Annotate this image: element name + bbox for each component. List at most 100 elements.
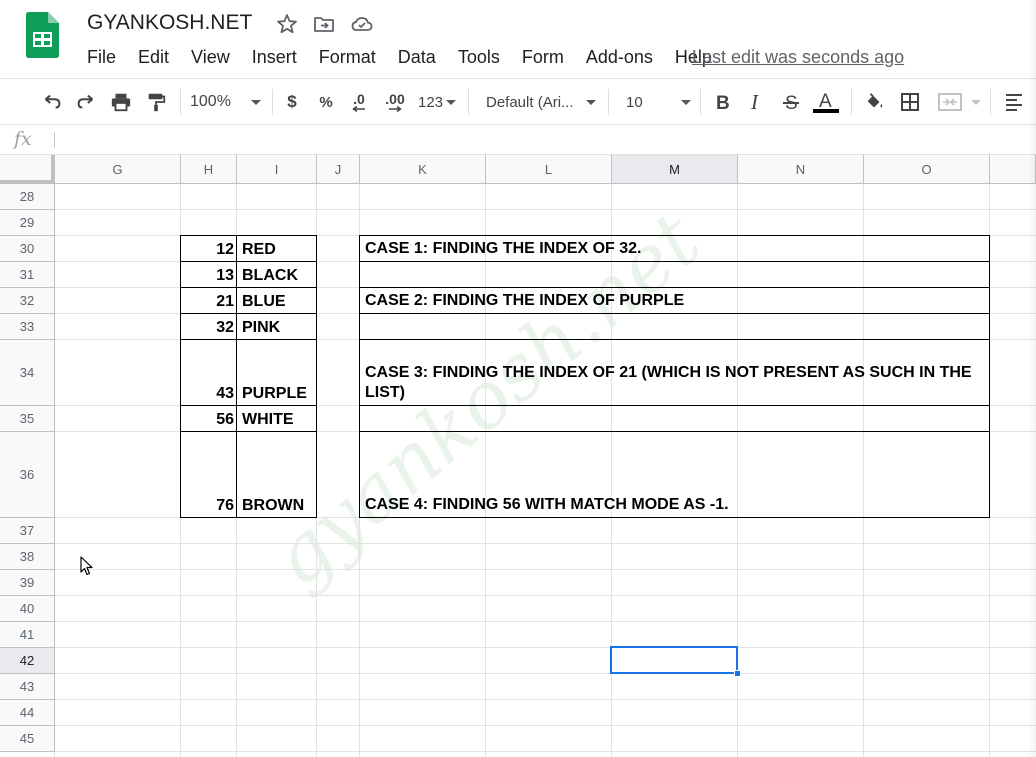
sheets-logo-icon[interactable] <box>26 12 59 58</box>
menu-view[interactable]: View <box>180 45 241 69</box>
decrease-decimal-button[interactable]: .0 <box>346 89 372 115</box>
cell-k31[interactable] <box>360 262 990 288</box>
text-color-icon[interactable]: A <box>812 89 840 115</box>
cell-k36[interactable]: CASE 4: FINDING 56 WITH MATCH MODE AS -1… <box>360 432 990 518</box>
cell-k34[interactable]: CASE 3: FINDING THE INDEX OF 21 (WHICH I… <box>360 340 990 406</box>
cell-i31[interactable]: BLACK <box>237 262 317 288</box>
cell-i33[interactable]: PINK <box>237 314 317 340</box>
arrow-right-icon <box>389 106 402 112</box>
text-color-swatch <box>813 109 839 113</box>
row-header-32[interactable]: 32 <box>0 288 55 314</box>
cell-i34[interactable]: PURPLE <box>237 340 317 406</box>
document-title[interactable]: GYANKOSH.NET <box>87 11 252 35</box>
undo-icon[interactable] <box>38 89 66 115</box>
cell-i35[interactable]: WHITE <box>237 406 317 432</box>
zoom-select[interactable]: 100% <box>190 89 264 115</box>
cell-h33[interactable]: 32 <box>181 314 237 340</box>
menu-format[interactable]: Format <box>308 45 387 69</box>
italic-icon[interactable]: I <box>745 89 769 115</box>
menu-edit[interactable]: Edit <box>127 45 180 69</box>
borders-icon[interactable] <box>897 89 923 115</box>
menu-data[interactable]: Data <box>387 45 447 69</box>
cell-k33[interactable] <box>360 314 990 340</box>
toolbar-separator <box>990 89 991 115</box>
menu-addons[interactable]: Add-ons <box>575 45 664 69</box>
grid-row-line <box>55 699 1036 700</box>
menu-tools[interactable]: Tools <box>447 45 511 69</box>
row-header-36[interactable]: 36 <box>0 432 55 518</box>
column-header-j[interactable]: J <box>317 155 360 184</box>
more-formats-button[interactable]: 123 <box>416 89 458 115</box>
row-header-34[interactable]: 34 <box>0 340 55 406</box>
cell-h30[interactable]: 12 <box>181 236 237 262</box>
column-header-k[interactable]: K <box>360 155 486 184</box>
cloud-saved-icon[interactable] <box>350 12 374 36</box>
last-edit-link[interactable]: Last edit was seconds ago <box>692 45 904 69</box>
font-family-select[interactable]: Default (Ari... <box>486 89 598 115</box>
print-icon[interactable] <box>107 89 135 115</box>
row-header-33[interactable]: 33 <box>0 314 55 340</box>
align-left-icon[interactable] <box>1000 89 1028 115</box>
toolbar-separator <box>700 89 701 115</box>
row-header-42[interactable]: 42 <box>0 648 55 674</box>
column-header-o[interactable]: O <box>864 155 990 184</box>
increase-decimal-button[interactable]: .00 <box>380 89 410 115</box>
row-header-37[interactable]: 37 <box>0 518 55 544</box>
column-header-m[interactable]: M <box>612 155 738 184</box>
cell-h36[interactable]: 76 <box>181 432 237 518</box>
arrow-left-icon <box>352 106 365 112</box>
redo-icon[interactable] <box>72 89 100 115</box>
menu-form[interactable]: Form <box>511 45 575 69</box>
cell-h32[interactable]: 21 <box>181 288 237 314</box>
cell-h35[interactable]: 56 <box>181 406 237 432</box>
row-header-39[interactable]: 39 <box>0 570 55 596</box>
cell-k30[interactable]: CASE 1: FINDING THE INDEX OF 32. <box>360 236 990 262</box>
strikethrough-icon[interactable]: S <box>779 89 803 115</box>
fill-color-icon[interactable] <box>861 89 887 115</box>
cell-i36[interactable]: BROWN <box>237 432 317 518</box>
toolbar-separator <box>608 89 609 115</box>
cell-i30[interactable]: RED <box>237 236 317 262</box>
active-cell[interactable] <box>610 646 738 674</box>
row-header-44[interactable]: 44 <box>0 700 55 726</box>
move-to-folder-icon[interactable] <box>312 12 336 36</box>
merge-cells-icon[interactable] <box>934 89 984 115</box>
fill-handle[interactable] <box>734 670 741 677</box>
formula-input[interactable] <box>62 131 1022 149</box>
zoom-value: 100% <box>190 93 231 110</box>
row-header-45[interactable]: 45 <box>0 726 55 752</box>
row-header-31[interactable]: 31 <box>0 262 55 288</box>
cell-k32[interactable]: CASE 2: FINDING THE INDEX OF PURPLE <box>360 288 990 314</box>
menu-insert[interactable]: Insert <box>241 45 308 69</box>
column-header-h[interactable]: H <box>181 155 237 184</box>
row-header-35[interactable]: 35 <box>0 406 55 432</box>
row-header-38[interactable]: 38 <box>0 544 55 570</box>
percent-format-button[interactable]: % <box>316 89 336 115</box>
formula-bar-divider <box>54 132 55 148</box>
font-size-value: 10 <box>626 93 643 111</box>
column-header-n[interactable]: N <box>738 155 864 184</box>
bold-icon[interactable]: B <box>710 89 734 115</box>
row-header-28[interactable]: 28 <box>0 184 55 210</box>
row-header-40[interactable]: 40 <box>0 596 55 622</box>
grid-row-line <box>55 647 1036 648</box>
paint-format-icon[interactable] <box>142 89 170 115</box>
row-header-43[interactable]: 43 <box>0 674 55 700</box>
font-size-select[interactable]: 10 <box>626 89 691 115</box>
column-header-i[interactable]: I <box>237 155 317 184</box>
cell-h31[interactable]: 13 <box>181 262 237 288</box>
mouse-cursor-icon <box>80 556 93 576</box>
cell-k35[interactable] <box>360 406 990 432</box>
column-header-l[interactable]: L <box>486 155 612 184</box>
select-all-corner[interactable] <box>0 155 55 184</box>
column-header-g[interactable]: G <box>55 155 181 184</box>
star-icon[interactable] <box>275 12 299 36</box>
row-header-41[interactable]: 41 <box>0 622 55 648</box>
currency-format-button[interactable]: $ <box>282 89 302 115</box>
row-header-29[interactable]: 29 <box>0 210 55 236</box>
cell-i32[interactable]: BLUE <box>237 288 317 314</box>
cell-h34[interactable]: 43 <box>181 340 237 406</box>
chevron-down-icon <box>680 99 691 105</box>
row-header-30[interactable]: 30 <box>0 236 55 262</box>
menu-file[interactable]: File <box>76 45 127 69</box>
